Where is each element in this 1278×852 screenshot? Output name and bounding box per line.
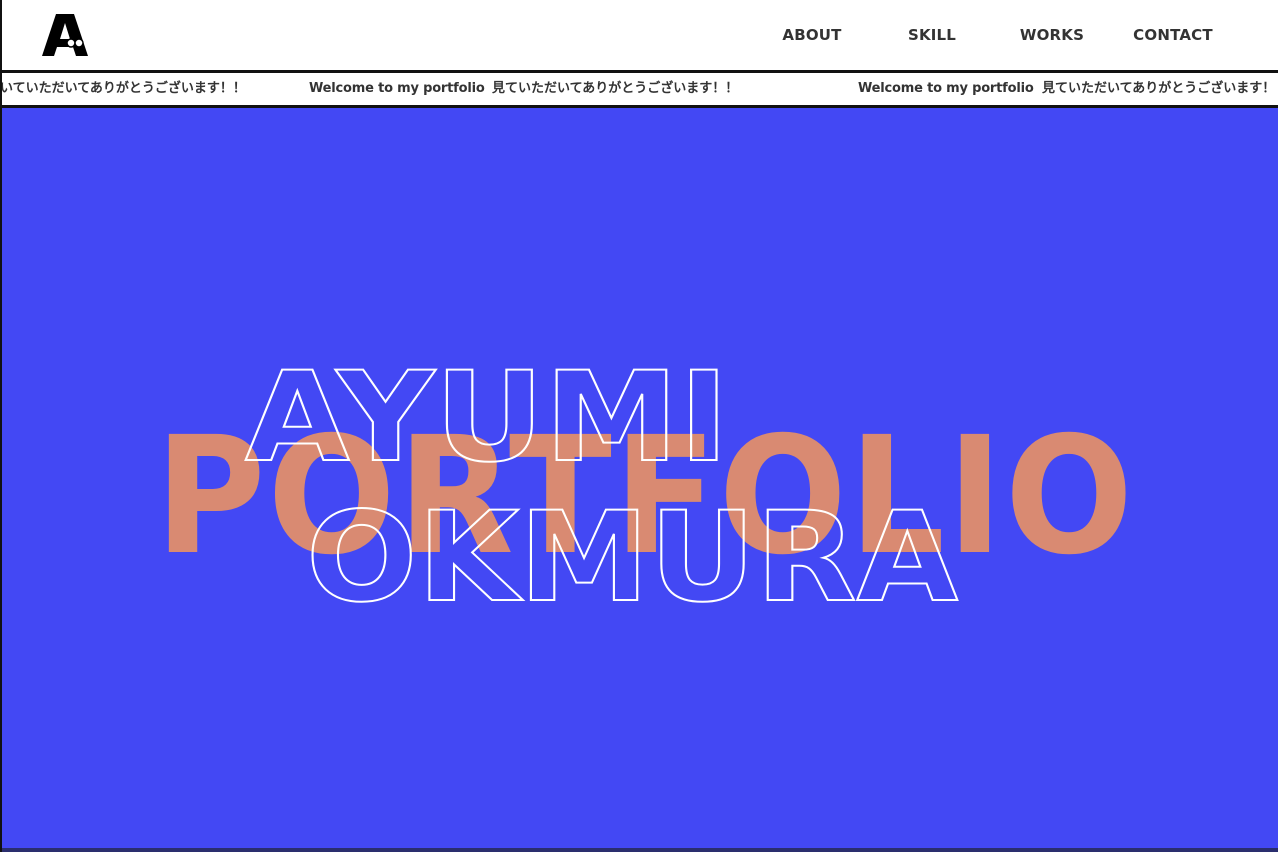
nav-about[interactable]: ABOUT <box>752 24 872 46</box>
site-header: ABOUT SKILL WORKS CONTACT <box>2 0 1278 70</box>
ticker-message-jp: 見ていただいてありがとうございます！！ <box>492 81 739 96</box>
hero-bottom-border <box>2 848 1278 852</box>
hero-section: PORTFOLIO AYUMI OKMURA <box>2 108 1278 848</box>
last-name-outline: OKMURA <box>306 486 958 630</box>
a-with-glasses-logo-icon <box>42 14 88 56</box>
hero-title-graphic: PORTFOLIO AYUMI OKMURA <box>155 345 1133 631</box>
nav-works[interactable]: WORKS <box>992 24 1112 46</box>
nav-contact[interactable]: CONTACT <box>1114 24 1232 46</box>
ticker-message-en: Welcome to my portfolio <box>858 81 1034 96</box>
marquee-ticker: いていただいてありがとうございます！！ Welcome to my portfo… <box>2 70 1278 108</box>
nav-skill[interactable]: SKILL <box>872 24 992 46</box>
ticker-message-en: Welcome to my portfolio <box>309 81 485 96</box>
main-nav: ABOUT SKILL WORKS CONTACT <box>752 24 1232 46</box>
first-name-outline: AYUMI <box>245 346 729 490</box>
logo-link[interactable] <box>42 14 88 56</box>
ticker-message-jp: いていただいてありがとうございます！！ <box>2 81 246 96</box>
page: ABOUT SKILL WORKS CONTACT いていただいてありがとうござ… <box>0 0 1278 852</box>
ticker-message-jp: 見ていただいてありがとうございます！ <box>1042 81 1276 96</box>
